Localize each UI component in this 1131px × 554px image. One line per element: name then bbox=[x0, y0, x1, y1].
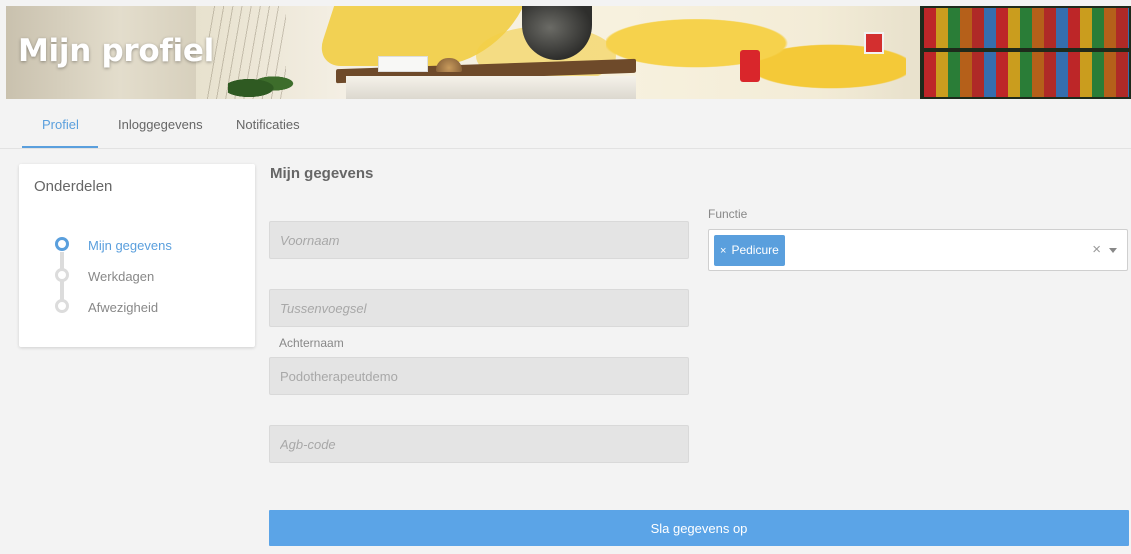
save-button[interactable]: Sla gegevens op bbox=[269, 510, 1129, 546]
active-tab-indicator bbox=[22, 146, 98, 148]
tab-notificaties[interactable]: Notificaties bbox=[236, 117, 300, 132]
step-indicator-mijn-gegevens bbox=[55, 237, 69, 251]
sidebar-item-mijn-gegevens[interactable]: Mijn gegevens bbox=[88, 238, 172, 253]
sections-card: Onderdelen bbox=[19, 164, 255, 347]
tussenvoegsel-input[interactable] bbox=[269, 289, 689, 327]
clear-selection-icon[interactable]: × bbox=[1092, 241, 1101, 258]
chevron-down-icon[interactable] bbox=[1109, 248, 1117, 253]
achternaam-input[interactable] bbox=[269, 357, 689, 395]
chip-remove-icon[interactable]: × bbox=[720, 245, 726, 257]
agb-code-input[interactable] bbox=[269, 425, 689, 463]
achternaam-label: Achternaam bbox=[279, 336, 344, 350]
profile-tabs: Profiel Inloggegevens Notificaties bbox=[0, 99, 1131, 149]
functie-select[interactable]: × Pedicure × bbox=[708, 229, 1128, 271]
functie-label: Functie bbox=[708, 207, 748, 221]
step-indicator-werkdagen bbox=[55, 268, 69, 282]
tab-inloggegevens[interactable]: Inloggegevens bbox=[118, 117, 203, 132]
profile-banner: Mijn profiel bbox=[6, 6, 1131, 99]
functie-chip-pedicure[interactable]: × Pedicure bbox=[714, 235, 785, 266]
sections-card-title: Onderdelen bbox=[34, 178, 113, 195]
sidebar-item-afwezigheid[interactable]: Afwezigheid bbox=[88, 300, 158, 315]
voornaam-input[interactable] bbox=[269, 221, 689, 259]
step-indicator-afwezigheid bbox=[55, 299, 69, 313]
chip-label: Pedicure bbox=[731, 243, 779, 257]
sidebar-item-werkdagen[interactable]: Werkdagen bbox=[88, 269, 154, 284]
tab-profiel[interactable]: Profiel bbox=[42, 117, 79, 132]
page-title: Mijn profiel bbox=[18, 33, 214, 69]
section-title: Mijn gegevens bbox=[270, 165, 374, 182]
